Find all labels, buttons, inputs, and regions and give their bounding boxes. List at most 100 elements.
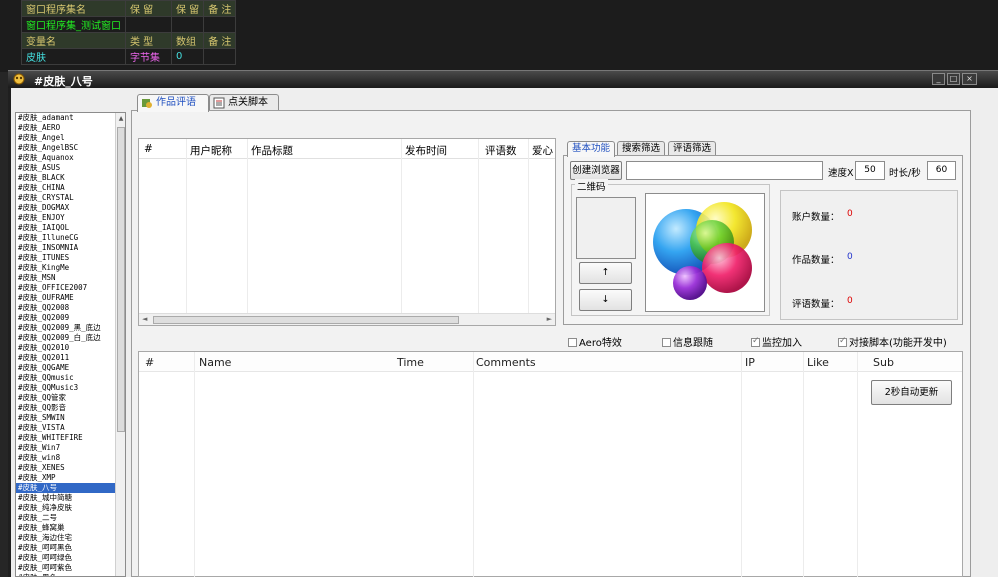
tab-works-reviews[interactable]: 作品评语 [137,94,209,112]
ide-cell[interactable] [170,16,205,33]
skin-list-item[interactable]: #皮肤_DOGMAX [16,203,116,213]
auto-refresh-button[interactable]: 2秒自动更新 [871,380,952,405]
ide-cell[interactable]: 备 注 [203,0,237,17]
skin-list-item[interactable]: #皮肤_CHINA [16,183,116,193]
skin-list-item[interactable]: #皮肤_呵呵绿色 [16,553,116,563]
skin-list-item[interactable]: #皮肤_Angel [16,133,116,143]
column-header[interactable]: Like [807,356,829,369]
comments-listview[interactable]: # Name Time Comments IP Like Sub [138,351,963,577]
column-header[interactable]: # [144,143,153,155]
subtab-search-filter[interactable]: 搜索筛选 [617,141,666,156]
works-listview[interactable]: # 用户昵称 作品标题 发布时间 评语数 爱心 ◄ ► [138,138,556,326]
scroll-up-icon[interactable]: ▲ [116,113,125,125]
skin-list-item[interactable]: #皮肤_XENES [16,463,116,473]
skin-list-item[interactable]: #皮肤_QQmusic [16,373,116,383]
close-button[interactable]: × [962,73,977,85]
skin-list-item[interactable]: #皮肤_win8 [16,453,116,463]
ide-cell[interactable]: 保 留 [170,0,205,17]
checkbox-box[interactable] [662,338,671,347]
tab-like-script[interactable]: 点关脚本 [209,94,279,111]
column-header[interactable]: 评语数 [485,143,517,158]
column-header[interactable]: 用户昵称 [190,143,232,158]
ide-cell[interactable]: 窗口程序集名 [21,0,126,17]
skin-list-item[interactable]: #皮肤_CRYSTAL [16,193,116,203]
ide-cell[interactable] [125,16,172,33]
ide-cell[interactable]: 字节集 [125,48,172,65]
ide-cell[interactable]: 备 注 [203,32,237,49]
column-header[interactable]: IP [745,356,755,369]
checkbox-box[interactable] [838,336,847,347]
skin-list-item[interactable]: #皮肤_QQ2011 [16,353,116,363]
scrollbar-thumb[interactable] [117,127,125,432]
ide-cell[interactable] [203,48,237,65]
subtab-basic[interactable]: 基本功能 [567,141,616,157]
skin-list-item[interactable]: #皮肤_Win7 [16,443,116,453]
skin-list-item[interactable]: #皮肤_海边住宅 [16,533,116,543]
column-header[interactable]: Name [199,356,231,369]
skin-list-item[interactable]: #皮肤_ENJOY [16,213,116,223]
column-header[interactable]: # [145,356,154,369]
skin-list-item[interactable]: #皮肤_蜂窝巢 [16,523,116,533]
monitor-checkbox[interactable]: 监控加入 [751,334,802,349]
maximize-button[interactable]: □ [947,73,960,85]
skin-list-item[interactable]: #皮肤_AngelBSC [16,143,116,153]
column-header[interactable]: Sub [873,356,894,369]
aero-checkbox[interactable]: Aero特效 [568,334,622,349]
skin-list-item[interactable]: #皮肤_呵呵黑色 [16,543,116,553]
skin-list-item[interactable]: #皮肤_BLACK [16,173,116,183]
skin-list-item[interactable]: #皮肤_XMP [16,473,116,483]
minimize-button[interactable]: _ [932,73,945,85]
skin-list-item[interactable]: #皮肤_MSN [16,273,116,283]
skin-list-item[interactable]: #皮肤_WHITEFIRE [16,433,116,443]
ide-cell[interactable]: 保 留 [125,0,172,17]
skin-list-scrollbar[interactable]: ▲ [115,113,125,576]
skin-list-item[interactable]: #皮肤_adamant [16,113,116,123]
ide-cell[interactable]: 窗口程序集_测试窗口 [21,16,126,33]
column-header[interactable]: 爱心 [532,143,553,158]
column-header[interactable]: Time [397,356,424,369]
checkbox-box[interactable] [751,336,760,347]
skin-list-item[interactable]: #皮肤_八号 [16,483,116,493]
scrollbar-thumb[interactable] [153,316,459,324]
skin-list-item[interactable]: #皮肤_城中简糖 [16,493,116,503]
ide-cell[interactable]: 0 [170,48,205,65]
skin-listbox[interactable]: #皮肤_adamant #皮肤_AERO #皮肤_Angel #皮肤_AngelBSC… [15,112,126,577]
skin-list-item[interactable]: #皮肤_AERO [16,123,116,133]
skin-list-item[interactable]: #皮肤_QQ2008 [16,303,116,313]
trace-checkbox[interactable]: 信息跟随 [662,334,713,349]
column-header[interactable]: 发布时间 [405,143,447,158]
skin-list-item[interactable]: #皮肤_QQGAME [16,363,116,373]
skin-list-item[interactable]: #皮肤_黑色 [16,573,116,576]
create-browser-button[interactable]: 创建浏览器 [570,161,622,180]
skin-list-item[interactable]: #皮肤_QQ2009_白_底边 [16,333,116,343]
skin-list-item[interactable]: #皮肤_二号 [16,513,116,523]
skin-list-item[interactable]: #皮肤_IAIQOL [16,223,116,233]
speed-input[interactable]: 50 [855,161,885,180]
duration-input[interactable]: 60 [927,161,956,180]
ide-cell[interactable]: 数组 [170,32,205,49]
ide-cell[interactable]: 类 型 [125,32,172,49]
skin-list-item[interactable]: #皮肤_SMWIN [16,413,116,423]
ide-cell[interactable] [203,16,237,33]
skin-list-item[interactable]: #皮肤_INSOMNIA [16,243,116,253]
skin-list-item[interactable]: #皮肤_VISTA [16,423,116,433]
skin-list-item[interactable]: #皮肤_呵呵紫色 [16,563,116,573]
skin-list-item[interactable]: #皮肤_QQ2009_黑_底边 [16,323,116,333]
skin-list-item[interactable]: #皮肤_IlluneCG [16,233,116,243]
skin-list-item[interactable]: #皮肤_QQ管家 [16,393,116,403]
skin-list-item[interactable]: #皮肤_QQ2009 [16,313,116,323]
works-hscrollbar[interactable]: ◄ ► [139,313,555,325]
scroll-right-icon[interactable]: ► [547,315,552,323]
skin-list-item[interactable]: #皮肤_QQ2010 [16,343,116,353]
column-header[interactable]: Comments [476,356,536,369]
skin-list-item[interactable]: #皮肤_QQ影音 [16,403,116,413]
skin-list-item[interactable]: #皮肤_Aquanox [16,153,116,163]
skin-list-item[interactable]: #皮肤_ASUS [16,163,116,173]
skin-list-item[interactable]: #皮肤_OFFICE2007 [16,283,116,293]
ide-cell[interactable]: 变量名 [21,32,126,49]
url-input[interactable] [626,161,823,180]
subtab-review-filter[interactable]: 评语筛选 [668,141,717,156]
scroll-left-icon[interactable]: ◄ [142,315,147,323]
checkbox-box[interactable] [568,338,577,347]
window-titlebar[interactable]: #皮肤_八号 _ □ × [8,70,998,88]
